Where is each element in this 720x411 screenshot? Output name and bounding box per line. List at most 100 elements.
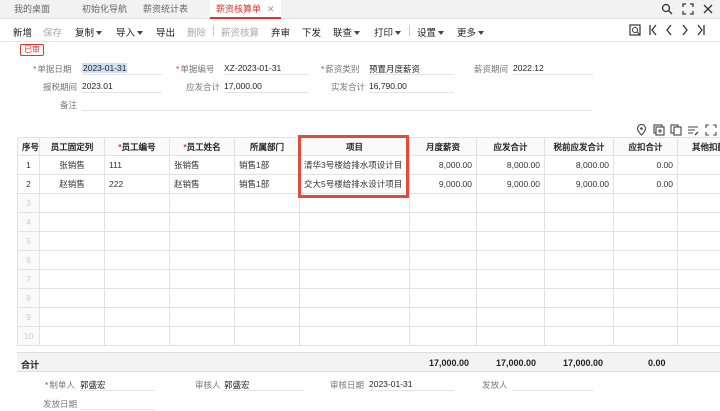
- table-cell[interactable]: 销售1部: [234, 174, 300, 194]
- insert-row-icon[interactable]: [653, 124, 665, 136]
- table-row[interactable]: 2 赵销售 222 赵销售 销售1部 交大5号楼给排水设计项目 9,000.00…: [17, 174, 720, 194]
- locate-icon[interactable]: [636, 123, 647, 136]
- col-header[interactable]: 项目: [299, 137, 410, 156]
- remark-label: 备注: [60, 100, 78, 110]
- issue-date-label: 发放日期: [43, 399, 78, 409]
- row-index: 7: [17, 269, 40, 289]
- close-tab-icon[interactable]: ✕: [267, 4, 275, 14]
- table-cell[interactable]: 销售1部: [234, 155, 300, 175]
- total-gross: 17,000.00: [496, 358, 537, 368]
- net-total-field: 16,790.00: [369, 81, 407, 91]
- table-row-empty[interactable]: 5: [17, 231, 720, 251]
- issue-button[interactable]: 下发: [302, 25, 321, 39]
- table-row-empty[interactable]: 6: [17, 250, 720, 270]
- doc-no-field[interactable]: XZ-2023-01-31: [224, 63, 281, 73]
- doc-no-label: *单据编号: [176, 64, 215, 74]
- table-row[interactable]: 1 张销售 111 张销售 销售1部 清华3号楼给排水项设计目 8,000.00…: [17, 155, 720, 175]
- table-cell[interactable]: 0.00: [613, 174, 678, 194]
- total-label: 合计: [21, 360, 40, 370]
- add-button[interactable]: 新增: [13, 25, 32, 39]
- table-cell[interactable]: 赵销售: [169, 174, 235, 194]
- table-row-empty[interactable]: 3: [17, 193, 720, 213]
- issuer-field[interactable]: [513, 390, 593, 391]
- table-cell[interactable]: 9,000.00: [409, 174, 477, 194]
- table-cell[interactable]: 222: [104, 174, 170, 194]
- chevron-down-icon: [395, 31, 402, 35]
- settings-button[interactable]: 设置: [417, 25, 445, 39]
- row-index: 1: [17, 155, 40, 175]
- locate-record-icon[interactable]: [629, 24, 641, 38]
- table-cell[interactable]: 交大5号楼给排水设计项目: [299, 174, 410, 194]
- search-icon[interactable]: [661, 3, 673, 15]
- export-button[interactable]: 导出: [156, 25, 175, 39]
- tab-init-nav[interactable]: 初始化导航: [82, 0, 127, 19]
- table-row-empty[interactable]: 8: [17, 288, 720, 308]
- prev-record-icon[interactable]: [664, 24, 674, 38]
- salary-period-field[interactable]: 2022.12: [513, 63, 544, 73]
- row-index: 9: [17, 307, 40, 327]
- table-cell[interactable]: 清华3号楼给排水项设计目: [299, 155, 410, 175]
- table-row-empty[interactable]: 4: [17, 212, 720, 232]
- fullscreen-icon[interactable]: [705, 124, 717, 136]
- remark-field[interactable]: [82, 110, 592, 111]
- col-header[interactable]: *员工编号: [104, 137, 170, 156]
- col-header[interactable]: 税前应发合计: [544, 137, 614, 156]
- col-header[interactable]: 应发合计: [476, 137, 545, 156]
- expand-icon[interactable]: [682, 3, 694, 15]
- more-button[interactable]: 更多: [457, 25, 485, 39]
- close-icon[interactable]: [702, 3, 714, 15]
- chevron-down-icon: [137, 31, 144, 35]
- table-cell[interactable]: 9,000.00: [544, 174, 614, 194]
- tab-salary-stats[interactable]: 薪资统计表: [143, 0, 188, 19]
- copy-row-icon[interactable]: [670, 124, 682, 136]
- print-button[interactable]: 打印: [374, 25, 402, 39]
- table-cell[interactable]: [677, 155, 720, 175]
- table-row-empty[interactable]: 10: [17, 326, 720, 346]
- col-header[interactable]: 员工固定列: [39, 137, 105, 156]
- abandon-audit-button[interactable]: 弃审: [271, 25, 290, 39]
- table-cell[interactable]: 9,000.00: [476, 174, 545, 194]
- table-row-empty[interactable]: 7: [17, 269, 720, 289]
- table-cell[interactable]: 8,000.00: [544, 155, 614, 175]
- tab-bar: 我的桌面 初始化导航 薪资统计表 薪资核算单 ✕: [0, 0, 720, 19]
- link-query-button[interactable]: 联查: [333, 25, 361, 39]
- column-settings-icon[interactable]: [687, 124, 699, 136]
- table-cell[interactable]: 赵销售: [39, 174, 105, 194]
- issuer-label: 发放人: [482, 380, 508, 390]
- underline: [224, 92, 309, 93]
- gross-total-field: 17,000.00: [224, 81, 262, 91]
- tax-period-field[interactable]: 2023.01: [82, 81, 113, 91]
- col-header[interactable]: *员工姓名: [169, 137, 235, 156]
- underline: [224, 74, 309, 75]
- doc-date-field[interactable]: 2023-01-31: [82, 63, 128, 73]
- tab-my-desktop[interactable]: 我的桌面: [14, 0, 50, 19]
- next-record-icon[interactable]: [680, 24, 690, 38]
- table-cell[interactable]: 8,000.00: [409, 155, 477, 175]
- underline: [369, 390, 454, 391]
- last-record-icon[interactable]: [696, 24, 706, 38]
- toolbar-divider: [409, 25, 410, 36]
- table-cell[interactable]: 张销售: [169, 155, 235, 175]
- issue-date-field[interactable]: [80, 409, 155, 410]
- table-cell[interactable]: 111: [104, 155, 170, 175]
- col-header[interactable]: 序号: [17, 137, 40, 156]
- table-cell[interactable]: 8,000.00: [476, 155, 545, 175]
- copy-button[interactable]: 复制: [75, 25, 103, 39]
- table-cell[interactable]: 张销售: [39, 155, 105, 175]
- table-header-row: 序号 员工固定列 *员工编号 *员工姓名 所属部门 项目 月度薪资 应发合计 税…: [17, 137, 720, 156]
- table-row-empty[interactable]: 9: [17, 307, 720, 327]
- col-header[interactable]: 所属部门: [234, 137, 300, 156]
- first-record-icon[interactable]: [648, 24, 658, 38]
- salary-calc-button[interactable]: 薪资核算: [221, 25, 259, 39]
- col-header[interactable]: 应扣合计: [613, 137, 678, 156]
- delete-button[interactable]: 删除: [187, 25, 206, 39]
- col-header[interactable]: 其他扣款: [677, 137, 720, 156]
- totals-row: 合计 17,000.00 17,000.00 17,000.00 0.00: [17, 352, 720, 372]
- table-cell[interactable]: [677, 174, 720, 194]
- import-button[interactable]: 导入: [116, 25, 144, 39]
- table-cell[interactable]: 0.00: [613, 155, 678, 175]
- col-header[interactable]: 月度薪资: [409, 137, 477, 156]
- tab-salary-calc[interactable]: 薪资核算单 ✕: [210, 0, 281, 19]
- underline: [82, 92, 162, 93]
- save-button[interactable]: 保存: [43, 25, 62, 39]
